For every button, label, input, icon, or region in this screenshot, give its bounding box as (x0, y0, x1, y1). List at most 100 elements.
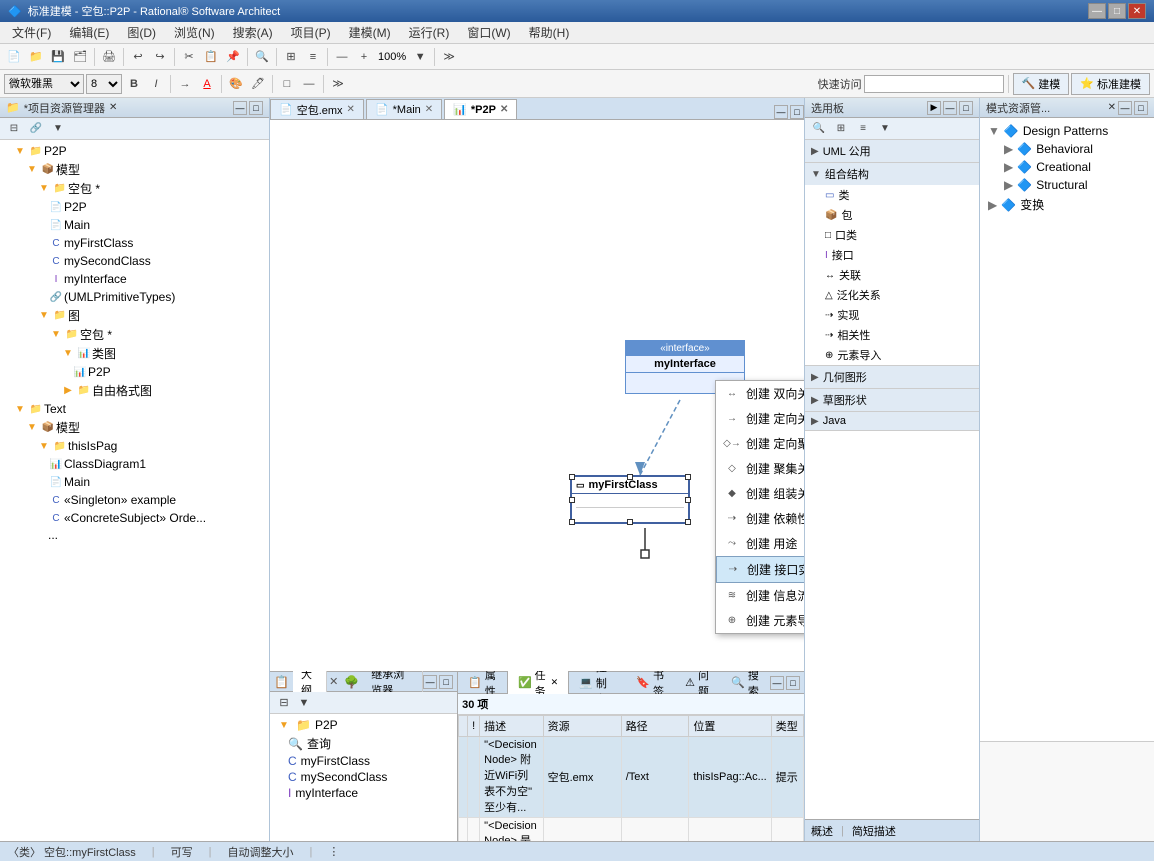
tasks-max-button[interactable]: □ (786, 676, 800, 690)
palette-dropdown[interactable]: ▼ (875, 119, 895, 139)
outline-firstclass[interactable]: C myFirstClass (272, 753, 455, 769)
palette-min-button[interactable]: — (943, 101, 957, 115)
italic-button[interactable]: I (146, 74, 166, 94)
palette-max-button[interactable]: □ (959, 101, 973, 115)
pattern-max-button[interactable]: □ (1134, 101, 1148, 115)
palette-section-geo-header[interactable]: ▶ 几何图形 (805, 366, 979, 388)
menu-browse[interactable]: 浏览(N) (166, 22, 223, 43)
tree-item-thisispag[interactable]: ▼ 📁 thisIsPag (0, 437, 269, 455)
grid-button[interactable]: ⊞ (281, 47, 301, 67)
search-toolbar-button[interactable]: 🔍 (252, 47, 272, 67)
menu-help[interactable]: 帮助(H) (521, 22, 578, 43)
outline-max-button[interactable]: □ (439, 675, 453, 689)
undo-button[interactable]: ↩ (128, 47, 148, 67)
pattern-design-patterns[interactable]: ▼ 🔷 Design Patterns (984, 122, 1150, 140)
palette-item-realize[interactable]: ⇢ 实现 (805, 305, 979, 325)
tree-item-concretesubj[interactable]: C «ConcreteSubject» Orde... (0, 509, 269, 527)
ctx-interface-impl[interactable]: ⇢ 创建 接口实现 (716, 556, 804, 583)
outline-tool1[interactable]: ⊟ (274, 693, 294, 713)
outline-tool2[interactable]: ▼ (294, 693, 314, 713)
uml-class-shape[interactable]: ▭ myFirstClass (570, 475, 690, 524)
tree-item-classdiag[interactable]: ▼ 📊 类图 (0, 344, 269, 363)
handle-ml[interactable] (569, 497, 575, 503)
tree-item-p2p-diag[interactable]: 📊 P2P (0, 363, 269, 381)
save-button[interactable]: 💾 (48, 47, 68, 67)
tree-item-empty-pkg[interactable]: ▼ 📁 空包 * (0, 179, 269, 198)
palette-section-java-header[interactable]: ▶ Java (805, 412, 979, 430)
palette-item-package[interactable]: 📦 包 (805, 205, 979, 225)
palette-tool1[interactable]: 🔍 (809, 119, 829, 139)
font-color-button[interactable]: A (197, 74, 217, 94)
ctx-bidirectional[interactable]: ↔ 创建 双向关联 (716, 381, 804, 406)
paste-button[interactable]: 📌 (223, 47, 243, 67)
zoom-in-button[interactable]: + (354, 47, 374, 67)
tree-item-main2[interactable]: 📄 Main (0, 473, 269, 491)
pattern-creational[interactable]: ▶ 🔷 Creational (984, 158, 1150, 176)
pattern-transform[interactable]: ▶ 🔷 变换 (984, 194, 1150, 215)
redo-button[interactable]: ↪ (150, 47, 170, 67)
tree-item-singleton[interactable]: C «Singleton» example (0, 491, 269, 509)
palette-item-import[interactable]: ⊕ 元素导入 (805, 345, 979, 365)
panel-min-button[interactable]: — (233, 101, 247, 115)
palette-tool3[interactable]: ≡ (853, 119, 873, 139)
menu-window[interactable]: 窗口(W) (459, 22, 518, 43)
ctx-directed-agg[interactable]: ◇→ 创建 定向聚集关联 (716, 431, 804, 456)
zoom-out-button[interactable]: — (332, 47, 352, 67)
palette-item-class[interactable]: ▭ 类 (805, 185, 979, 205)
close-button[interactable]: ✕ (1128, 3, 1146, 19)
new-button[interactable]: 📄 (4, 47, 24, 67)
ctx-comp[interactable]: ◆ 创建 组装关联 (716, 481, 804, 506)
toolbar-extra[interactable]: ≫ (439, 47, 459, 67)
palette-tool2[interactable]: ⊞ (831, 119, 851, 139)
align-button[interactable]: ≡ (303, 47, 323, 67)
tree-item-freeform[interactable]: ▶ 📁 自由格式图 (0, 381, 269, 400)
menu-edit[interactable]: 编辑(E) (61, 22, 117, 43)
tree-item-model[interactable]: ▼ 📦 模型 (0, 160, 269, 179)
handle-tr[interactable] (685, 474, 691, 480)
palette-item-interface[interactable]: I 接口 (805, 245, 979, 265)
arrow-right-button[interactable]: → (175, 74, 195, 94)
outline-query[interactable]: 🔍 查询 (272, 734, 455, 753)
quick-access-input[interactable] (864, 75, 1004, 93)
tree-item-p2p-root[interactable]: ▼ 📁 P2P (0, 142, 269, 160)
menu-diagram[interactable]: 图(D) (119, 22, 164, 43)
outline-min-button[interactable]: — (423, 675, 437, 689)
close-icon[interactable]: ✕ (551, 677, 559, 688)
ctx-dep[interactable]: ⇢ 创建 依赖性 (716, 506, 804, 531)
tree-item-text-model[interactable]: ▼ 📦 模型 (0, 418, 269, 437)
link-editor-button[interactable]: 🔗 (26, 119, 46, 139)
tab-close2[interactable]: ✕ (425, 104, 433, 115)
diagram-canvas[interactable]: «interface» myInterface ▭ myFirstClass (270, 120, 804, 671)
tree-item-primitives[interactable]: 🔗 (UMLPrimitiveTypes) (0, 288, 269, 306)
tab-emx[interactable]: 📄 空包.emx ✕ (270, 99, 364, 119)
tree-item-firstclass[interactable]: C myFirstClass (0, 234, 269, 252)
task-row-1[interactable]: "<Decision Node> 是否是主账户" 至少有两个传... 空包.em… (459, 818, 804, 842)
task-row-0[interactable]: "<Decision Node> 附近WiFi列表不为空" 至少有... 空包.… (459, 737, 804, 818)
ctx-import[interactable]: ⊕ 创建 元素导入 (716, 608, 804, 633)
font-size-select[interactable]: 8 (86, 74, 122, 94)
tree-item-emptyp2[interactable]: ▼ 📁 空包 * (0, 325, 269, 344)
ctx-directed[interactable]: → 创建 定向关联 (716, 406, 804, 431)
copy-button[interactable]: 📋 (201, 47, 221, 67)
tree-item-more[interactable]: ... (0, 527, 269, 543)
pattern-structural[interactable]: ▶ 🔷 Structural (984, 176, 1150, 194)
ctx-usage[interactable]: ⤳ 创建 用途 (716, 531, 804, 556)
editor-max-button[interactable]: □ (790, 105, 804, 119)
tree-item-secondclass[interactable]: C mySecondClass (0, 252, 269, 270)
ctx-agg[interactable]: ◇ 创建 聚集关联 (716, 456, 804, 481)
menu-model[interactable]: 建模(M) (341, 22, 399, 43)
handle-tl[interactable] (569, 474, 575, 480)
line-button[interactable]: — (299, 74, 319, 94)
minimize-button[interactable]: — (1088, 3, 1106, 19)
filter-button[interactable]: ▼ (48, 119, 68, 139)
palette-section-uml-header[interactable]: ▶ UML 公用 (805, 140, 979, 162)
palette-section-sketch-header[interactable]: ▶ 草图形状 (805, 389, 979, 411)
cut-button[interactable]: ✂ (179, 47, 199, 67)
outline-p2p[interactable]: ▼ 📁 P2P (272, 716, 455, 734)
menu-run[interactable]: 运行(R) (401, 22, 458, 43)
tree-item-diagrams[interactable]: ▼ 📁 图 (0, 306, 269, 325)
tab-main[interactable]: 📄 *Main ✕ (366, 99, 442, 119)
more-tools[interactable]: ≫ (328, 74, 348, 94)
handle-br[interactable] (685, 519, 691, 525)
panel-max-button[interactable]: □ (249, 101, 263, 115)
